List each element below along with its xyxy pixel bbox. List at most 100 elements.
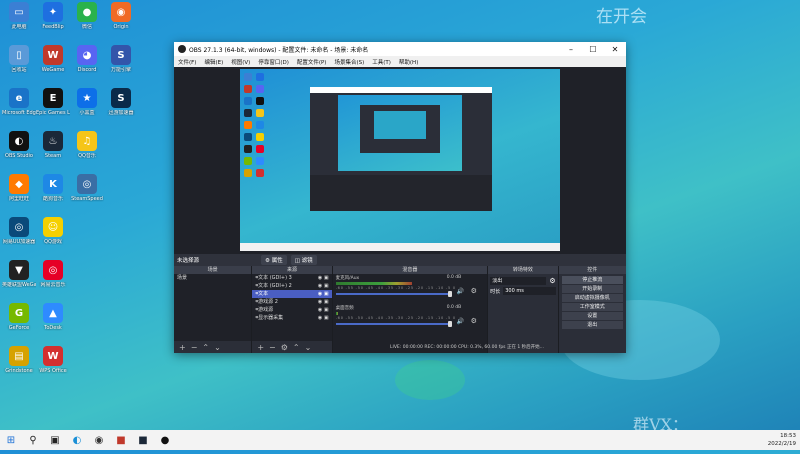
menu-item[interactable]: 场景集合(S) <box>330 58 368 66</box>
mute-speaker-icon[interactable]: 🔊 <box>457 318 464 325</box>
control-button[interactable]: 开始录制 <box>561 285 623 293</box>
control-button[interactable]: 退出 <box>561 321 623 329</box>
desktop-icon[interactable]: ▲ ToDesk <box>36 303 70 331</box>
source-settings-icon[interactable]: ⚙ <box>281 343 288 352</box>
desktop-icon[interactable]: ▭ 此电脑 <box>2 2 36 30</box>
search-icon[interactable]: ⚲ <box>22 430 44 450</box>
move-up-icon[interactable]: ⌃ <box>202 343 209 352</box>
visibility-lock-icon[interactable]: ◉ ▣ <box>318 290 329 298</box>
desktop-icon[interactable]: G GeForce <box>2 303 36 331</box>
desktop-icon[interactable]: ◎ 网易云音乐 <box>36 260 70 288</box>
sources-toolbar: + − ⚙ ⌃ ⌄ <box>252 341 331 353</box>
control-button[interactable]: 工作室模式 <box>561 303 623 311</box>
menu-item[interactable]: 文件(F) <box>174 58 200 66</box>
add-scene-icon[interactable]: + <box>179 343 186 352</box>
volume-slider[interactable] <box>335 323 452 325</box>
desktop-icon[interactable]: ♨ Steam <box>36 131 70 159</box>
transition-select[interactable]: 淡出 <box>490 277 547 285</box>
remove-scene-icon[interactable]: − <box>191 343 198 352</box>
transition-settings-icon[interactable]: ⚙ <box>549 277 555 285</box>
desktop-icon[interactable]: ☺ QQ游戏 <box>36 217 70 245</box>
control-button[interactable]: 启动虚拟摄像机 <box>561 294 623 302</box>
remove-source-icon[interactable]: − <box>269 343 276 352</box>
desktop-icon[interactable]: ◎ 网易UU加速器 <box>2 217 36 245</box>
desktop-icon[interactable]: E Epic Games Launcher <box>36 88 70 116</box>
desktop-icon[interactable]: ▤ Grindstone <box>2 346 36 374</box>
move-down-icon[interactable]: ⌄ <box>305 343 312 352</box>
obs-icon[interactable]: ◉ <box>88 430 110 450</box>
visibility-lock-icon[interactable]: ◉ ▣ <box>318 274 329 282</box>
properties-button[interactable]: ⚙ 属性 <box>261 255 287 265</box>
scene-item[interactable]: 场景 <box>174 274 251 282</box>
desktop-icon[interactable]: e Microsoft Edge <box>2 88 36 116</box>
desktop-icon[interactable]: K 酷狗音乐 <box>36 174 70 202</box>
source-item[interactable]: ⌗ 文本 (GDI+) 2 ◉ ▣ <box>252 282 331 290</box>
move-down-icon[interactable]: ⌄ <box>214 343 221 352</box>
filters-button[interactable]: ◫ 滤镜 <box>290 255 317 265</box>
app-icon: K <box>43 174 63 194</box>
menu-item[interactable]: 配置文件(P) <box>293 58 331 66</box>
control-button[interactable]: 停止推流 <box>561 276 623 284</box>
volume-slider[interactable] <box>335 293 452 295</box>
steam-icon[interactable]: ■ <box>132 430 154 450</box>
start-icon[interactable]: ⊞ <box>0 430 22 450</box>
visibility-lock-icon[interactable]: ◉ ▣ <box>318 282 329 290</box>
desktop-icon[interactable]: ▼ 英雄联盟WeGame版 <box>2 260 36 288</box>
desktop-icon[interactable]: ♫ QQ音乐 <box>70 131 104 159</box>
minimize-button[interactable]: – <box>560 45 582 54</box>
channel-settings-icon[interactable]: ⚙ <box>471 287 477 295</box>
desktop-icon[interactable]: ▯ 回收站 <box>2 45 36 73</box>
visibility-lock-icon[interactable]: ◉ ▣ <box>318 298 329 306</box>
menu-item[interactable]: 帮助(H) <box>395 58 422 66</box>
desktop-icon-label: 万能引擎 <box>110 67 131 73</box>
preview-desktop-icon <box>244 121 252 129</box>
visibility-lock-icon[interactable]: ◉ ▣ <box>318 314 329 322</box>
volume-knob[interactable] <box>447 291 452 297</box>
close-button[interactable]: ✕ <box>604 45 626 54</box>
source-item[interactable]: ⌗ 显示器采集 ◉ ▣ <box>252 314 331 322</box>
desktop-icon[interactable]: ◐ OBS Studio <box>2 131 36 159</box>
taskview-icon[interactable]: ▣ <box>44 430 66 450</box>
move-up-icon[interactable]: ⌃ <box>293 343 300 352</box>
obs-titlebar[interactable]: OBS 27.1.3 (64-bit, windows) - 配置文件: 未命名… <box>174 42 626 56</box>
add-source-icon[interactable]: + <box>257 343 264 352</box>
desktop-icon[interactable]: ◎ SteamSpeed <box>70 174 104 202</box>
desktop-icon[interactable]: S 迅游加速器 <box>104 88 138 116</box>
menu-item[interactable]: 停靠窗口(D) <box>254 58 293 66</box>
menu-item[interactable]: 编辑(E) <box>200 58 227 66</box>
desktop-icon-label: 回收站 <box>11 67 27 73</box>
control-button[interactable]: 设置 <box>561 312 623 320</box>
desktop-icon[interactable]: ● 微信 <box>70 2 104 30</box>
preview-desktop-icon <box>244 73 252 81</box>
wegame-icon[interactable]: ■ <box>110 430 132 450</box>
system-clock[interactable]: 18:53 2022/2/19 <box>768 432 796 448</box>
volume-knob[interactable] <box>447 321 452 327</box>
desktop-icon[interactable]: W WPS Office <box>36 346 70 374</box>
source-item[interactable]: ⌗ 游戏源 ◉ ▣ <box>252 306 331 314</box>
app-icon: ▼ <box>9 260 29 280</box>
desktop-icon[interactable]: ◉ Origin <box>104 2 138 30</box>
channel-settings-icon[interactable]: ⚙ <box>471 317 477 325</box>
duration-input[interactable]: 300 ms <box>503 287 556 295</box>
preview-desktop-icon <box>256 169 264 177</box>
edge-icon[interactable]: ◐ <box>66 430 88 450</box>
preview-canvas[interactable] <box>240 69 560 251</box>
desktop-icon[interactable]: ◆ 阿里旺旺 <box>2 174 36 202</box>
desktop-icon-label: Discord <box>77 67 97 73</box>
menu-item[interactable]: 工具(T) <box>368 58 395 66</box>
source-item[interactable]: ⌗ 文本 (GDI+) 3 ◉ ▣ <box>252 274 331 282</box>
source-item[interactable]: ⌗ 游戏源 2 ◉ ▣ <box>252 298 331 306</box>
app-icon: S <box>111 45 131 65</box>
visibility-lock-icon[interactable]: ◉ ▣ <box>318 306 329 314</box>
desktop-icon[interactable]: W WeGame <box>36 45 70 73</box>
mute-speaker-icon[interactable]: 🔊 <box>457 288 464 295</box>
menu-item[interactable]: 视图(V) <box>227 58 254 66</box>
obs-studio-icon[interactable]: ● <box>154 430 176 450</box>
transitions-header: 转场特效 <box>488 266 558 274</box>
desktop-icon[interactable]: ◕ Discord <box>70 45 104 73</box>
maximize-button[interactable]: ☐ <box>582 45 604 54</box>
desktop-icon[interactable]: ★ 小黑盒 <box>70 88 104 116</box>
desktop-icon[interactable]: ✦ FeedBlip <box>36 2 70 30</box>
desktop-icon[interactable]: S 万能引擎 <box>104 45 138 73</box>
source-item[interactable]: ⌗ 文本 ◉ ▣ <box>252 290 332 298</box>
